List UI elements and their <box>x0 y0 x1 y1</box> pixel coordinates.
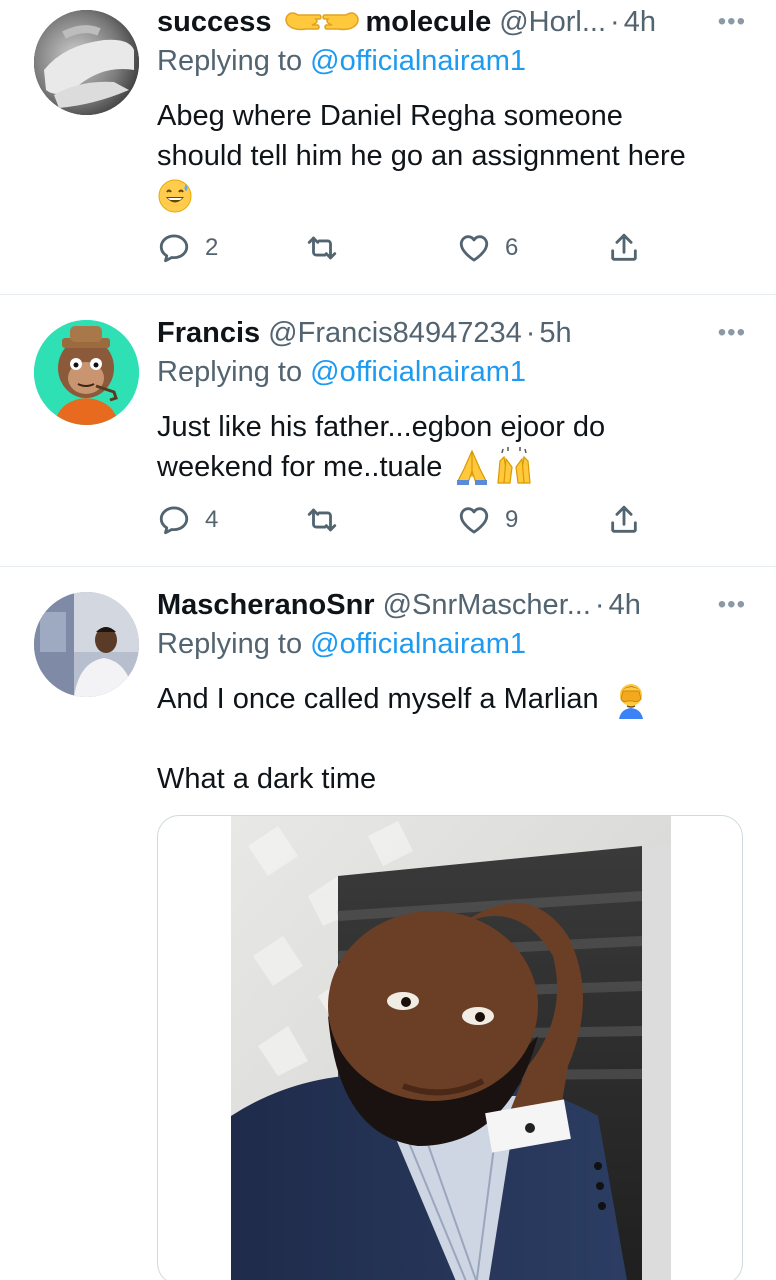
like-icon <box>459 235 489 262</box>
raising-hands-emoji <box>497 447 531 484</box>
tweet-header: Francis @Francis84947234 · 5h ••• <box>157 313 746 353</box>
reply-button[interactable]: 4 <box>157 500 218 540</box>
tweet-text-line: Abeg where Daniel Regha someone <box>157 100 623 132</box>
share-button[interactable] <box>607 228 641 268</box>
photo <box>231 816 671 1280</box>
tweet[interactable]: success molecule @Horl... · 4h ••• Reply… <box>0 0 776 295</box>
separator-dot: · <box>610 5 620 38</box>
share-button[interactable] <box>607 500 641 540</box>
like-count: 9 <box>505 506 519 533</box>
avatar[interactable] <box>34 10 139 115</box>
replying-to: Replying to @officialnairam1 <box>157 356 526 389</box>
mention-link[interactable]: @officialnairam1 <box>310 628 526 660</box>
replying-to-label: Replying to <box>157 356 303 388</box>
reply-count: 4 <box>205 506 219 533</box>
separator-dot: · <box>525 316 536 349</box>
user-handle[interactable]: @SnrMascher... <box>383 589 591 622</box>
like-button[interactable]: 9 <box>457 500 518 540</box>
share-icon <box>611 233 637 261</box>
avatar[interactable] <box>34 320 139 425</box>
tweet-text: And I once called myself a Marlian What … <box>157 679 757 799</box>
more-options-icon[interactable]: ••• <box>718 585 746 625</box>
grinning-sweat-emoji <box>158 179 192 213</box>
folded-hands-emoji <box>457 449 488 485</box>
like-count: 6 <box>505 234 519 261</box>
more-options-icon[interactable]: ••• <box>718 2 746 42</box>
tweet-text-line: And I once called myself a Marlian <box>157 683 599 715</box>
timestamp[interactable]: 4h <box>624 6 656 39</box>
replying-to-label: Replying to <box>157 45 303 77</box>
ape-avatar-image <box>34 320 139 425</box>
facepalm-emoji <box>618 684 643 719</box>
tweet[interactable]: Francis @Francis84947234 · 5h ••• Replyi… <box>0 295 776 567</box>
tweet-text: Abeg where Daniel Regha someone should t… <box>157 96 757 216</box>
display-name[interactable]: success <box>157 6 272 39</box>
replying-to: Replying to @officialnairam1 <box>157 45 526 78</box>
tweet-text-line: What a dark time <box>157 763 377 795</box>
tweet-text-line: Just like his father...egbon ejoor do <box>157 411 606 443</box>
tweet-header: MascheranoSnr @SnrMascher... · 4h ••• <box>157 585 746 625</box>
retweet-button[interactable] <box>305 500 353 540</box>
like-button[interactable]: 6 <box>457 228 518 268</box>
reply-icon <box>159 234 189 263</box>
retweet-icon <box>307 236 337 260</box>
tweet-header: success molecule @Horl... · 4h ••• <box>157 2 746 42</box>
timestamp[interactable]: 5h <box>539 317 571 350</box>
user-handle[interactable]: @Francis84947234 <box>268 317 522 350</box>
avatar-image <box>34 592 139 697</box>
separator-dot: · <box>594 588 605 621</box>
like-icon <box>459 507 489 534</box>
avatar[interactable] <box>34 592 139 697</box>
tweet-actions: 4 9 <box>157 500 647 540</box>
display-name[interactable]: Francis <box>157 317 260 350</box>
display-name[interactable]: MascheranoSnr <box>157 589 375 622</box>
retweet-button[interactable] <box>305 228 353 268</box>
avatar-image <box>34 10 139 115</box>
tweet-media-image[interactable] <box>157 815 743 1280</box>
display-name-suffix[interactable]: molecule <box>366 6 492 39</box>
tweet-text: Just like his father...egbon ejoor do we… <box>157 407 757 487</box>
user-handle[interactable]: @Horl... <box>499 6 606 39</box>
reply-icon <box>159 506 189 535</box>
tweet-actions: 2 6 <box>157 228 647 268</box>
more-options-icon[interactable]: ••• <box>718 313 746 353</box>
replying-to-label: Replying to <box>157 628 303 660</box>
timestamp[interactable]: 4h <box>609 589 641 622</box>
backhand-right-emoji <box>321 3 362 41</box>
mention-link[interactable]: @officialnairam1 <box>310 45 526 77</box>
retweet-icon <box>307 508 337 532</box>
mention-link[interactable]: @officialnairam1 <box>310 356 526 388</box>
tweet-text-line: weekend for me..tuale <box>157 451 443 483</box>
backhand-left-emoji <box>282 3 322 41</box>
share-icon <box>611 505 637 533</box>
tweet-text-line: should tell him he go an assignment here <box>157 140 686 172</box>
replying-to: Replying to @officialnairam1 <box>157 628 526 661</box>
reply-button[interactable]: 2 <box>157 228 218 268</box>
reply-count: 2 <box>205 234 219 261</box>
